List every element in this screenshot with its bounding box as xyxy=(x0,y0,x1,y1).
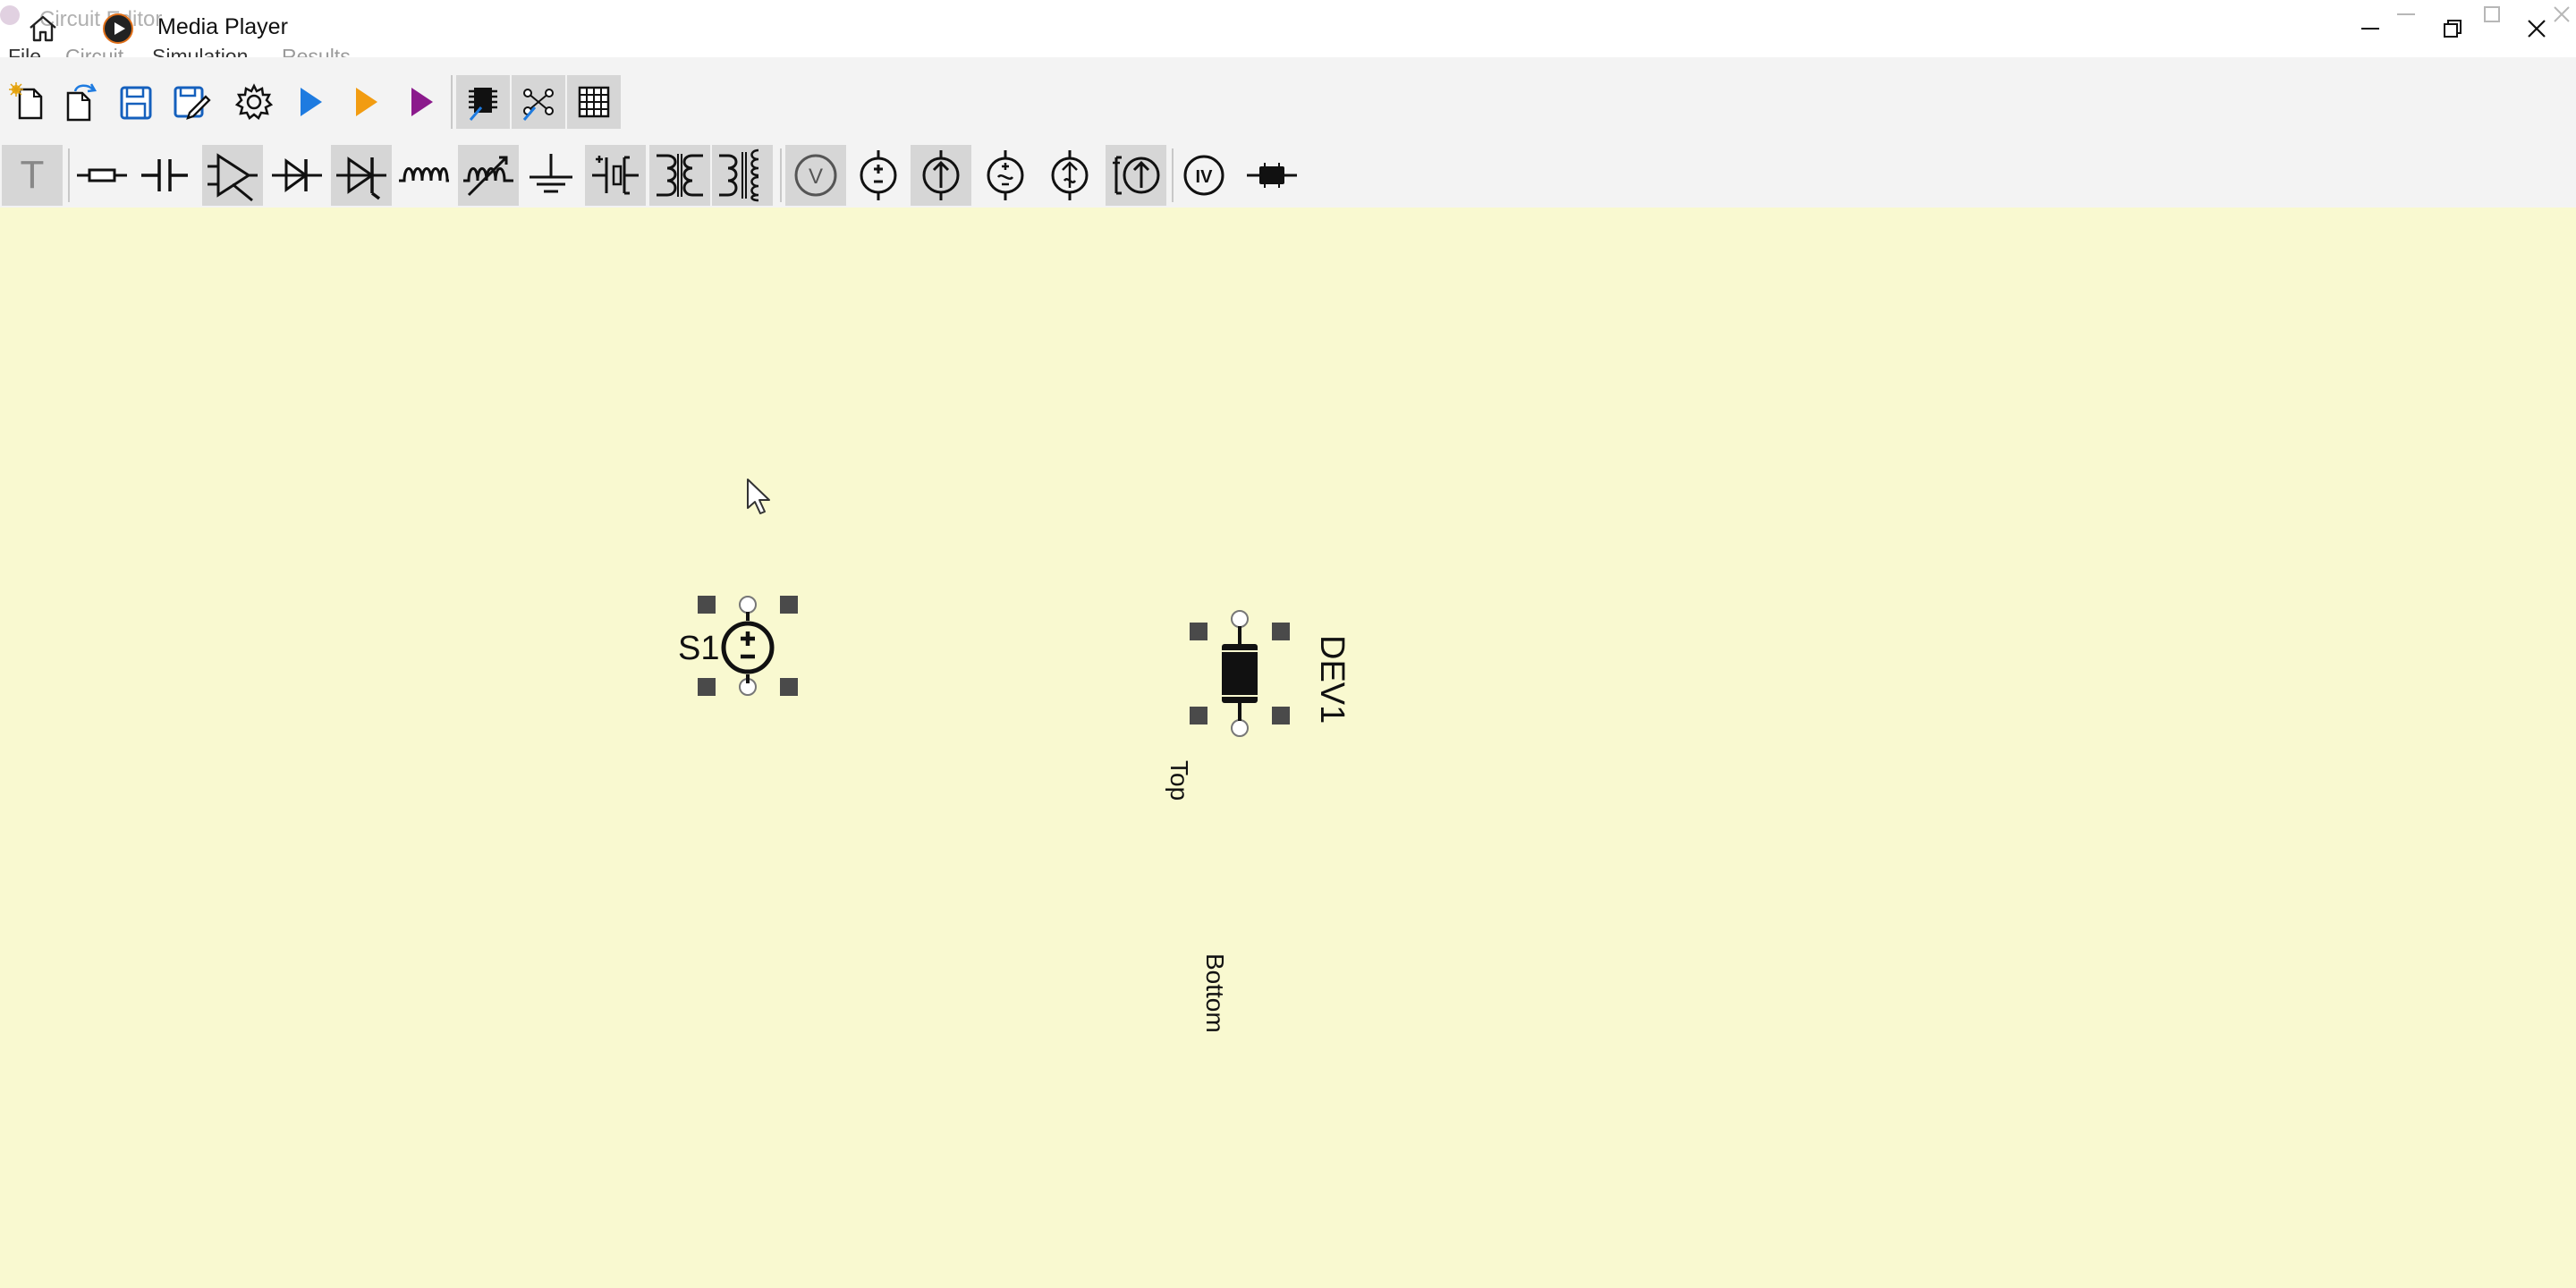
toolbar-separator xyxy=(451,75,453,129)
toolbar-separator xyxy=(1172,148,1174,202)
pin-label-top: Top xyxy=(1165,760,1193,801)
variable-inductor-icon[interactable] xyxy=(458,145,519,206)
transformer-icon[interactable] xyxy=(649,145,710,206)
table-grid-icon[interactable] xyxy=(567,75,621,129)
restore-icon xyxy=(2444,20,2462,38)
component-label-dev1: DEV1 xyxy=(1313,635,1351,724)
device-block-icon[interactable] xyxy=(1245,148,1299,202)
media-player-app-icon xyxy=(102,13,134,45)
svg-text:V: V xyxy=(809,165,823,189)
dependent-source-icon[interactable] xyxy=(1106,145,1166,206)
polarized-capacitor-icon[interactable] xyxy=(585,145,646,206)
save-icon[interactable] xyxy=(109,75,163,129)
mouse-cursor-icon xyxy=(747,479,770,514)
port-bottom[interactable] xyxy=(1231,719,1249,737)
dc-voltage-source-icon[interactable] xyxy=(852,148,905,202)
component-label-s1: S1 xyxy=(678,630,720,667)
three-winding-transformer-icon[interactable] xyxy=(712,145,773,206)
svg-text:IV: IV xyxy=(1196,167,1214,187)
background-minimize-icon xyxy=(2395,4,2417,25)
toolbar-area: T V IV xyxy=(0,57,2576,208)
selection-handle[interactable] xyxy=(1190,707,1208,724)
selection-handle[interactable] xyxy=(1190,623,1208,640)
selection-handle[interactable] xyxy=(1272,707,1290,724)
device-block-symbol xyxy=(1222,626,1258,721)
port-top[interactable] xyxy=(1231,610,1249,628)
controlled-current-source-icon[interactable] xyxy=(1043,148,1097,202)
toolbar-separator xyxy=(68,148,70,202)
run-orange-icon[interactable] xyxy=(338,75,392,129)
ground-icon[interactable] xyxy=(524,148,578,202)
run-blue-icon[interactable] xyxy=(283,75,336,129)
capacitor-icon[interactable] xyxy=(138,148,191,202)
home-icon[interactable] xyxy=(25,11,61,47)
pin-label-bottom: Bottom xyxy=(1201,953,1229,1033)
selection-handle[interactable] xyxy=(698,596,716,614)
network-probe-icon[interactable] xyxy=(512,75,565,129)
close-button[interactable] xyxy=(2510,9,2563,48)
zener-diode-icon[interactable] xyxy=(331,145,392,206)
new-file-icon[interactable] xyxy=(2,75,55,129)
background-app-logo-icon xyxy=(0,5,20,25)
save-as-icon[interactable] xyxy=(165,75,218,129)
dc-voltage-source-symbol xyxy=(721,612,775,683)
chip-probe-icon[interactable] xyxy=(456,75,510,129)
background-maximize-icon xyxy=(2481,4,2503,25)
open-file-icon[interactable] xyxy=(54,75,107,129)
restore-button[interactable] xyxy=(2426,9,2479,48)
window-title: Media Player xyxy=(157,14,288,39)
current-source-icon[interactable] xyxy=(911,145,971,206)
inductor-icon[interactable] xyxy=(397,148,451,202)
opamp-icon[interactable] xyxy=(202,145,263,206)
iv-meter-icon[interactable]: IV xyxy=(1177,148,1231,202)
minimize-button[interactable] xyxy=(2343,9,2397,48)
selection-handle[interactable] xyxy=(1272,623,1290,640)
settings-gear-icon[interactable] xyxy=(227,75,281,129)
run-purple-icon[interactable] xyxy=(394,75,447,129)
resistor-icon[interactable] xyxy=(75,148,129,202)
selection-handle[interactable] xyxy=(780,596,798,614)
diode-icon[interactable] xyxy=(270,148,324,202)
text-tool-icon[interactable]: T xyxy=(2,145,63,206)
port-top[interactable] xyxy=(739,596,757,614)
ac-voltage-source-icon[interactable] xyxy=(979,148,1032,202)
minimize-icon xyxy=(2361,28,2379,30)
toolbar-separator xyxy=(780,148,782,202)
schematic-canvas[interactable]: S1 Top Bottom DEV1 xyxy=(0,208,2576,1288)
voltmeter-icon[interactable]: V xyxy=(785,145,846,206)
close-icon xyxy=(2528,20,2546,38)
